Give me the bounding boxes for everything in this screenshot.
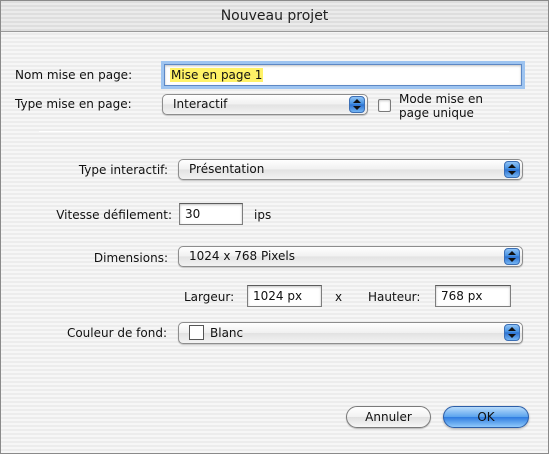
layout-name-value: Mise en page 1 (170, 68, 264, 82)
single-layout-label-line1: Mode mise en (399, 92, 483, 106)
single-layout-label: Mode mise en page unique (399, 92, 483, 120)
layout-type-select[interactable]: Interactif (162, 94, 368, 115)
width-label: Largeur: (184, 290, 235, 304)
interactive-type-select[interactable]: Présentation (178, 159, 523, 180)
background-color-label: Couleur de fond: (66, 326, 167, 340)
cancel-button[interactable]: Annuler (346, 406, 431, 428)
height-input[interactable]: 768 px (435, 285, 511, 307)
popup-arrows-icon (504, 248, 520, 265)
height-label: Hauteur: (368, 290, 421, 304)
interactive-type-label: Type interactif: (78, 163, 168, 177)
layout-type-label: Type mise en page: (15, 97, 132, 111)
background-color-value: Blanc (210, 326, 244, 340)
layout-type-value: Interactif (173, 97, 228, 111)
dimensions-select[interactable]: 1024 x 768 Pixels (178, 246, 523, 267)
popup-arrows-icon (504, 324, 520, 341)
scroll-speed-unit: ips (254, 208, 272, 222)
dialog-title: Nouveau projet (1, 1, 548, 32)
layout-name-label: Nom mise en page: (15, 68, 133, 82)
dimensions-label: Dimensions: (93, 251, 168, 265)
popup-arrows-icon (504, 161, 520, 178)
times-sign: x (335, 290, 343, 304)
color-swatch-icon (189, 325, 204, 340)
ok-button[interactable]: OK (443, 406, 529, 428)
separator (39, 131, 509, 132)
single-layout-checkbox[interactable] (378, 99, 391, 112)
scroll-speed-label: Vitesse défilement: (56, 208, 172, 222)
new-project-dialog: Nouveau projet Nom mise en page: Mise en… (0, 0, 549, 454)
dimensions-value: 1024 x 768 Pixels (189, 249, 295, 263)
background-color-select[interactable]: Blanc (178, 322, 523, 344)
popup-arrows-icon (349, 96, 365, 113)
scroll-speed-input[interactable]: 30 (179, 203, 243, 225)
layout-name-input[interactable]: Mise en page 1 (164, 64, 522, 86)
single-layout-label-line2: page unique (399, 106, 474, 120)
interactive-type-value: Présentation (189, 162, 265, 176)
width-input[interactable]: 1024 px (247, 285, 322, 307)
